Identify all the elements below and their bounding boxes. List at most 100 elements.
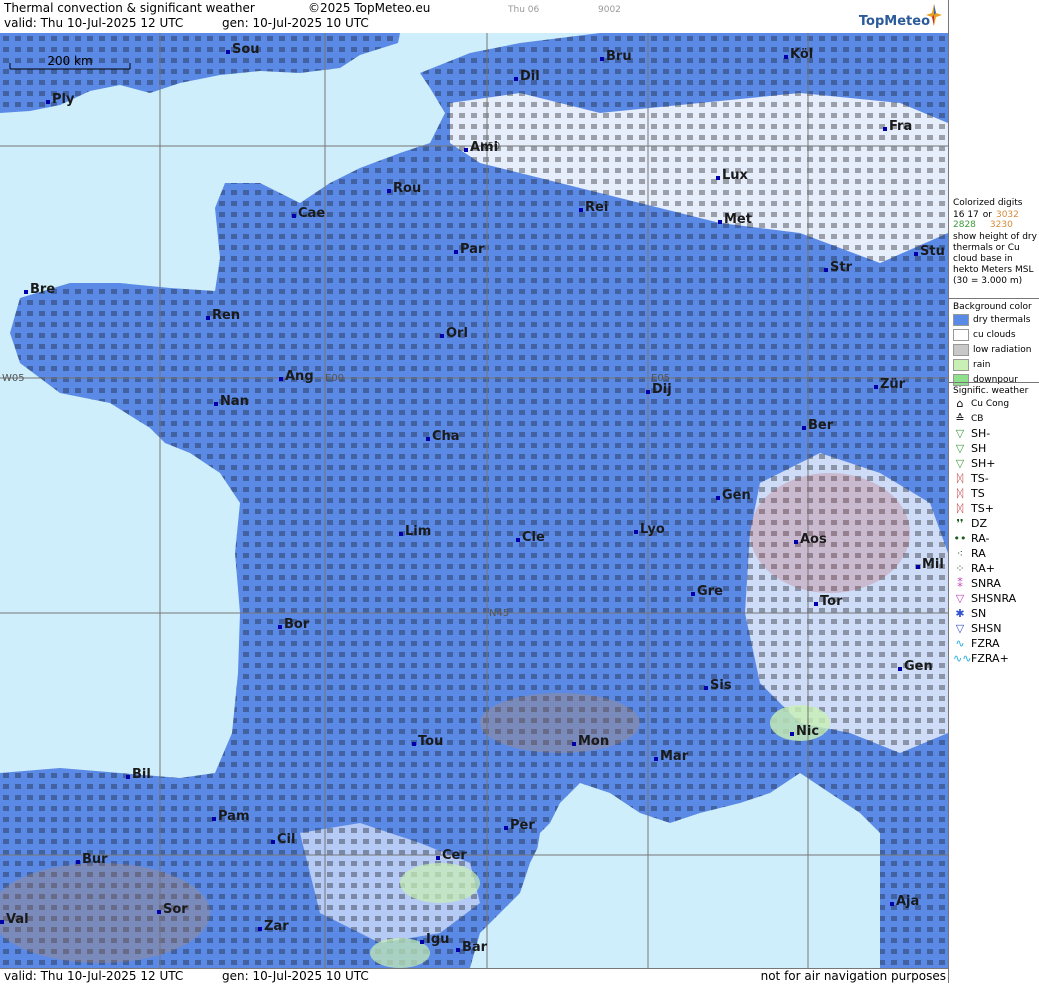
legend-weather-label: TS-: [971, 472, 989, 485]
city-label: Orl: [446, 326, 468, 341]
rain-light-icon: ••: [953, 532, 967, 545]
city-marker: [716, 176, 720, 180]
legend-weather-item: •• RA-: [953, 531, 1039, 546]
grid-label: N45: [489, 608, 509, 619]
legend-weather-label: SN: [971, 607, 987, 620]
city-marker: [824, 268, 828, 272]
legend-weather-item: ✱ SN: [953, 606, 1039, 621]
city-label: Pam: [218, 809, 250, 824]
city-marker: [572, 742, 576, 746]
cb-icon: ≙: [955, 412, 965, 425]
city-label: Mar: [660, 749, 689, 764]
thunderstorm-light-icon: ᛞ: [956, 472, 964, 485]
city-label: Fra: [889, 119, 912, 134]
city-label: Gre: [697, 584, 723, 599]
city-marker: [600, 57, 604, 61]
city-marker: [802, 426, 806, 430]
city-label: Dil: [520, 69, 540, 84]
city-label: Bur: [82, 852, 108, 867]
legend-weather-label: SHSN: [971, 622, 1002, 635]
legend-background-label: downpour: [973, 374, 1018, 385]
city-marker: [399, 532, 403, 536]
city-label: Str: [830, 260, 853, 275]
generation-time: gen: 10-Jul-2025 10 UTC: [222, 16, 369, 30]
legend-background-label: cu clouds: [973, 329, 1016, 340]
footer-generation-time: gen: 10-Jul-2025 10 UTC: [222, 969, 369, 983]
legend-weather-item: ∿ FZRA: [953, 636, 1039, 651]
warm-zone-provence: [480, 693, 640, 753]
city-label: Per: [510, 818, 535, 833]
city-label: Gen: [904, 659, 933, 674]
city-marker: [516, 538, 520, 542]
legend-weather-label: SH+: [971, 457, 996, 470]
city-label: Aja: [896, 894, 919, 909]
legend-weather-item: ▽ SH+: [953, 456, 1039, 471]
city-label: Zar: [264, 919, 289, 934]
city-label: Mil: [922, 557, 944, 572]
city-marker: [634, 530, 638, 534]
city-marker: [214, 402, 218, 406]
shower-heavy-icon: ▽: [955, 457, 965, 470]
city-label: Bar: [462, 940, 488, 955]
city-label: Bru: [606, 49, 632, 64]
valid-time: valid: Thu 10-Jul-2025 12 UTC: [4, 16, 184, 30]
sample-orange-digits: 3230: [989, 220, 1013, 230]
city-label: Aos: [800, 532, 827, 547]
map-canvas: W05 E00 E05N45N50 200 km SouPlyDilBru KölAm…: [0, 33, 948, 968]
legend-weather-label: Cu Cong: [971, 398, 1010, 409]
city-label: Sor: [163, 902, 188, 917]
footer-bar: valid: Thu 10-Jul-2025 12 UTC gen: 10-Ju…: [0, 968, 948, 984]
legend-weather-label: RA+: [971, 562, 995, 575]
logo-text: TopMeteo: [858, 14, 930, 29]
legend-weather-item: ᛞ TS: [953, 486, 1039, 501]
legend-weather-label: CB: [971, 413, 984, 424]
copyright: ©2025 TopMeteo.eu: [308, 1, 431, 15]
city-label: Nan: [220, 394, 249, 409]
legend-background-item: low radiation: [953, 342, 1039, 357]
weather-map: W05 E00 E05 N45 N50 200 km Sou Ply Dil Bru Köl Am…: [0, 33, 948, 968]
ghost-code-label: 9002: [598, 5, 621, 15]
legend-weather-title: Signific. weather: [953, 386, 1029, 396]
city-label: Lim: [405, 524, 431, 539]
snow-shower-icon: ▽: [955, 622, 965, 635]
freezing-rain-icon: ∿: [955, 637, 965, 650]
legend-weather-item: ▽ SH-: [953, 426, 1039, 441]
legend-weather-item: ❜❜ DZ: [953, 516, 1039, 531]
sample-green-digits: 2828: [953, 220, 976, 230]
legend-weather-label: TS+: [971, 502, 994, 515]
color-swatch: [953, 343, 969, 356]
city-label: Mon: [578, 734, 609, 749]
legend-weather-item: ▽ SH: [953, 441, 1039, 456]
topmeteo-logo: TopMeteo: [850, 2, 942, 32]
color-swatch: [953, 358, 969, 371]
city-label: Gen: [722, 488, 751, 503]
city-label: Sou: [232, 42, 260, 57]
city-label: Cha: [432, 429, 460, 444]
thunderstorm-heavy-icon: ᛞ: [956, 502, 964, 515]
city-marker: [279, 377, 283, 381]
legend-digits: Colorized digits 16 17 or 3032 2828 3230…: [953, 196, 1039, 287]
city-marker: [514, 77, 518, 81]
ghost-day-label: Thu 06: [508, 5, 540, 15]
city-marker: [784, 55, 788, 59]
city-marker: [157, 910, 161, 914]
legend-weather: Signific. weather ⌂ Cu Cong ≙ CB ▽ SH- ▽ SH ▽ SH+…: [953, 384, 1039, 666]
legend-weather-item: ∿∿ FZRA+: [953, 651, 1039, 666]
city-label: Köl: [790, 47, 813, 62]
city-marker: [420, 940, 424, 944]
legend-weather-item: ᛞ TS+: [953, 501, 1039, 516]
city-marker: [794, 540, 798, 544]
snow-rain-shower-icon: ▽: [955, 592, 965, 605]
legend-weather-label: SNRA: [971, 577, 1001, 590]
city-label: Bre: [30, 282, 55, 297]
legend-digits-description: show height of dry thermals or Cu cloud …: [953, 232, 1037, 286]
city-label: Nic: [796, 724, 819, 739]
city-label: Ber: [808, 418, 834, 433]
city-marker: [464, 148, 468, 152]
thunderstorm-icon: ᛞ: [956, 487, 964, 500]
legend-digits-title: Colorized digits: [953, 198, 1023, 208]
city-label: Tor: [820, 594, 843, 609]
legend-weather-label: RA-: [971, 532, 990, 545]
city-marker: [579, 208, 583, 212]
city-marker: [814, 602, 818, 606]
